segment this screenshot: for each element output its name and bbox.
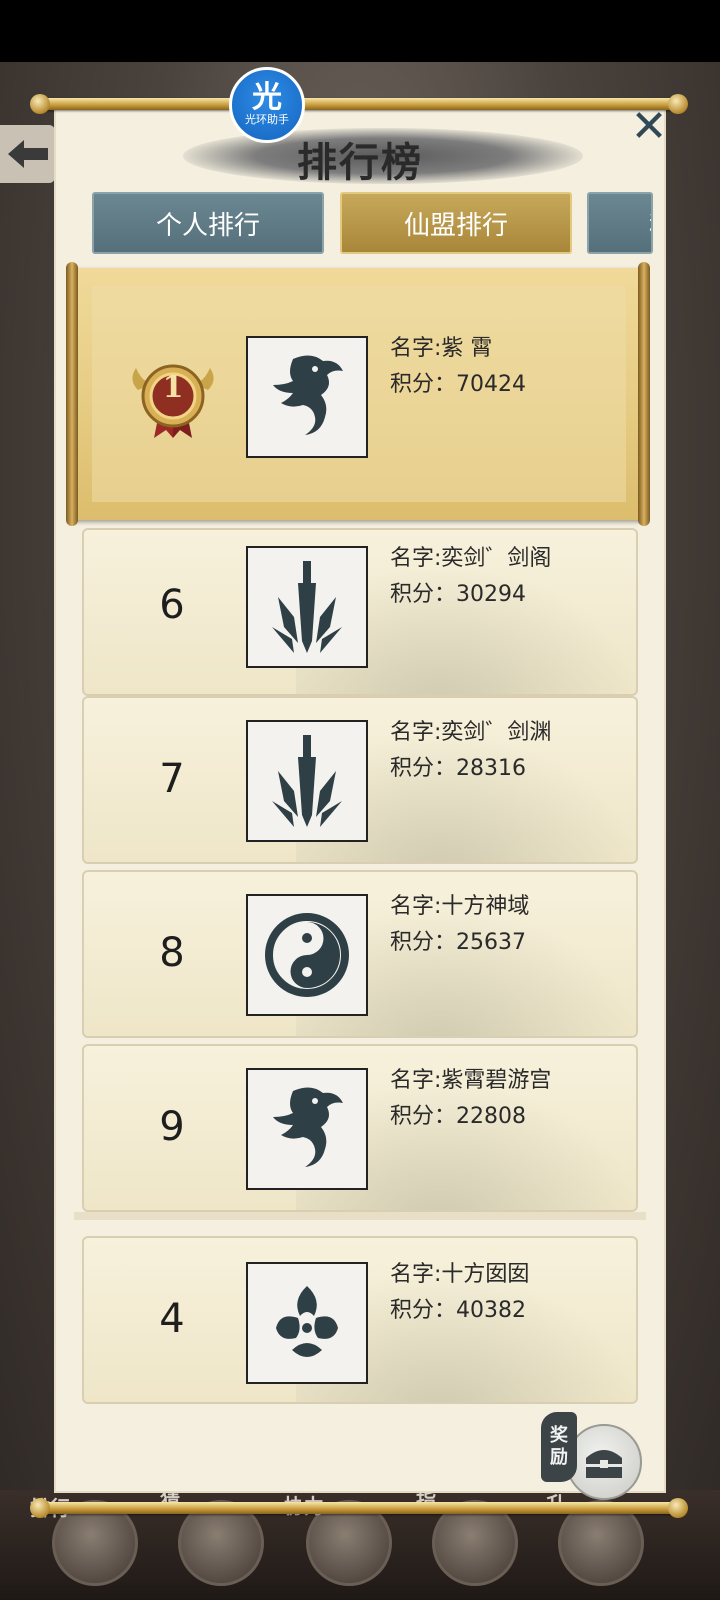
list-item-emblem — [246, 894, 368, 1016]
list-item-emblem — [246, 546, 368, 668]
badge-label: 光环助手 — [245, 113, 289, 126]
list-item-score: 积分：28316 — [390, 756, 526, 781]
reward-label-bottom: 励 — [550, 1447, 568, 1468]
panel-bottom-rod — [30, 1498, 688, 1518]
sword-emblem-icon — [272, 561, 342, 653]
badge-logo-text: 光 — [252, 80, 282, 115]
list-item-name: 名字:十方神域 — [390, 894, 530, 919]
tab-personal-ranking[interactable]: 个人排行 — [92, 192, 324, 254]
dragon-emblem-icon — [273, 355, 343, 435]
my-alliance-rank: 4 — [159, 1296, 185, 1342]
list-item-name: 名字:奕剑゛剑渊 — [390, 720, 552, 745]
my-alliance-score: 积分：40382 — [390, 1298, 526, 1323]
my-alliance-name: 名字:十方囡囡 — [390, 1262, 530, 1287]
first-place-name: 名字:紫 霄 — [390, 336, 493, 361]
list-divider — [74, 1212, 646, 1220]
scroll-roller-left — [66, 262, 78, 526]
dragon-emblem-icon — [273, 1087, 343, 1167]
flower-emblem-icon — [276, 1286, 338, 1357]
sword-emblem-icon — [272, 735, 342, 827]
list-item-name: 名字:紫霄碧游宫 — [390, 1068, 552, 1093]
list-item-emblem — [246, 720, 368, 842]
back-button[interactable] — [0, 125, 55, 183]
first-place-score: 积分：70424 — [390, 372, 526, 397]
list-item-score: 积分：30294 — [390, 582, 526, 607]
panel-top-rod — [30, 94, 688, 114]
overlay-assistant-badge[interactable]: 光 光环助手 — [229, 67, 305, 143]
reward-label: 奖 励 — [541, 1412, 577, 1482]
yinyang-emblem-icon — [265, 913, 349, 997]
list-item-rank: 7 — [159, 756, 185, 802]
list-item-rank: 8 — [159, 930, 185, 976]
reward-button[interactable] — [566, 1424, 642, 1500]
close-button[interactable]: ✕ — [626, 101, 672, 152]
tab-third-ranking[interactable]: 秒 — [587, 192, 653, 254]
scroll-roller-right — [638, 262, 650, 526]
treasure-chest-icon — [586, 1450, 622, 1478]
first-place-rank: 1 — [162, 370, 184, 405]
reward-label-top: 奖 — [550, 1425, 568, 1446]
first-place-emblem — [246, 336, 368, 458]
back-arrow-icon — [7, 140, 48, 168]
list-item-score: 积分：22808 — [390, 1104, 526, 1129]
close-icon: ✕ — [630, 100, 668, 152]
list-item-emblem — [246, 1068, 368, 1190]
my-alliance-emblem — [246, 1262, 368, 1384]
tab-alliance-ranking[interactable]: 仙盟排行 — [340, 192, 572, 254]
status-bar — [0, 0, 720, 62]
page-title: 排行榜 — [297, 139, 423, 186]
list-item-name: 名字:奕剑゛剑阁 — [390, 546, 552, 571]
list-item-rank: 6 — [159, 582, 185, 628]
list-item-rank: 9 — [159, 1104, 185, 1150]
list-item-score: 积分：25637 — [390, 930, 526, 955]
